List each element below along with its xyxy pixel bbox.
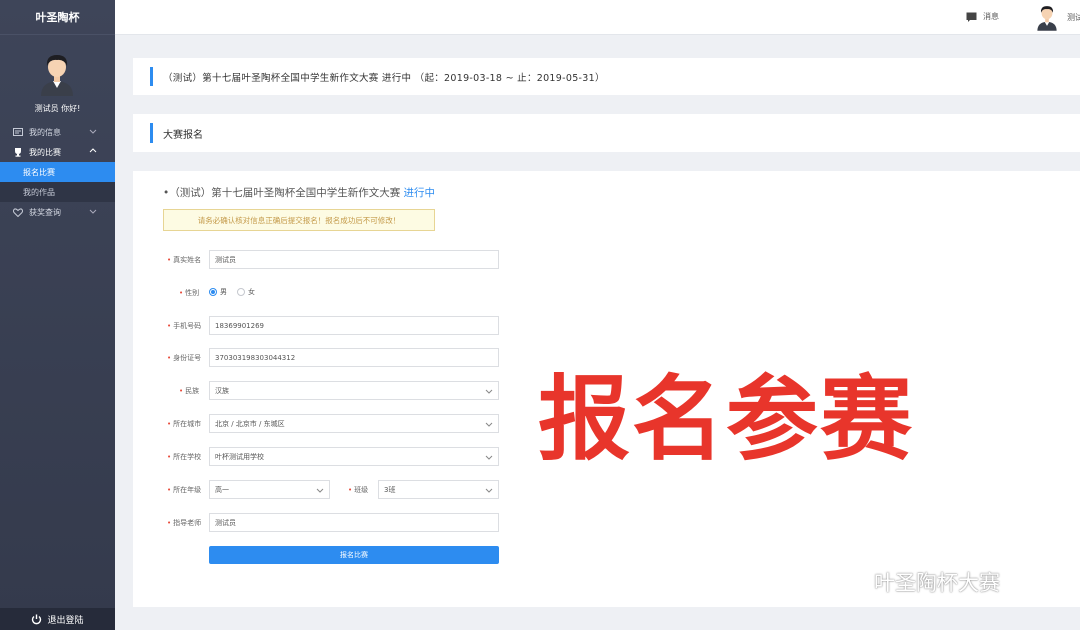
messages-label: 消息 [983, 12, 999, 21]
grade-value: 高一 [215, 485, 229, 494]
city-value: 北京 / 北京市 / 东城区 [215, 419, 285, 428]
sidebar-item-label: 我的信息 [29, 127, 61, 137]
chevron-down-icon [89, 129, 97, 134]
notice-box: 请务必确认核对信息正确后提交报名！报名成功后不可修改！ [163, 209, 435, 231]
chevron-down-icon [89, 209, 97, 214]
sidebar-item-my-info[interactable]: 我的信息 [0, 122, 115, 142]
brand-title: 叶圣陶杯 [0, 0, 115, 35]
phone-field[interactable]: 18369901269 [209, 316, 499, 335]
sidebar-subitem-my-works[interactable]: 我的作品 [0, 182, 115, 202]
chevron-down-icon [485, 422, 493, 427]
top-header: 消息 测试 [115, 0, 1080, 35]
power-icon [31, 614, 42, 625]
phone-label: • 手机号码 [167, 322, 202, 330]
chevron-down-icon [485, 488, 493, 493]
grade-select[interactable]: 高一 [209, 480, 330, 499]
id-number-field[interactable]: 370303198303044312 [209, 348, 499, 367]
sidebar-item-label: 获奖查询 [29, 207, 61, 217]
grade-label: • 所在年级 [167, 486, 202, 494]
watermark-text: 叶圣陶杯大赛 [874, 571, 1000, 595]
sidebar-item-award-query[interactable]: 获奖查询 [0, 202, 115, 222]
sidebar-item-my-competitions[interactable]: 我的比赛 [0, 142, 115, 162]
sidebar-item-label: 我的比赛 [29, 147, 61, 157]
heart-icon [13, 207, 23, 217]
message-icon [966, 12, 977, 22]
user-avatar-icon [41, 55, 73, 96]
section-title: 大赛报名 [163, 130, 203, 141]
banner-text: （测试）第十七届叶圣陶杯全国中学生新作文大赛 进行中 （起：2019-03-18… [163, 73, 605, 84]
sidebar-subitem-register[interactable]: 报名比赛 [0, 162, 115, 182]
gender-female-radio[interactable] [237, 288, 245, 296]
wechat-icon [838, 570, 868, 594]
chevron-down-icon [316, 488, 324, 493]
logout-button[interactable]: 退出登陆 [0, 608, 115, 630]
messages-link[interactable]: 消息 [966, 11, 999, 22]
school-label: • 所在学校 [167, 453, 202, 461]
trophy-icon [13, 147, 23, 157]
section-header: 大赛报名 [133, 114, 1080, 152]
accent-bar [150, 67, 153, 86]
school-value: 叶杯测试用学校 [215, 452, 264, 461]
submit-registration-button[interactable]: 报名比赛 [209, 546, 499, 564]
city-label: • 所在城市 [167, 420, 202, 428]
competition-title: •（测试）第十七届叶圣陶杯全国中学生新作文大赛 进行中 [163, 185, 435, 200]
class-select[interactable]: 3班 [378, 480, 499, 499]
competition-banner: （测试）第十七届叶圣陶杯全国中学生新作文大赛 进行中 （起：2019-03-18… [133, 58, 1080, 95]
teacher-field[interactable]: 测试员 [209, 513, 499, 532]
header-username[interactable]: 测试 [1067, 12, 1080, 23]
school-select[interactable]: 叶杯测试用学校 [209, 447, 499, 466]
gender-radio-group: 男 女 [209, 287, 255, 297]
city-select[interactable]: 北京 / 北京市 / 东城区 [209, 414, 499, 433]
name-field[interactable]: 测试员 [209, 250, 499, 269]
accent-bar [150, 123, 153, 143]
chevron-up-icon [89, 148, 97, 153]
card-icon [13, 127, 23, 137]
gender-female-label: 女 [248, 288, 255, 296]
logout-label: 退出登陆 [47, 615, 84, 626]
wechat-watermark: 叶圣陶杯大赛 [838, 567, 1000, 597]
sidebar-menu: 我的信息 我的比赛 报名比赛 我的作品 获奖查询 [0, 122, 115, 222]
chevron-down-icon [485, 389, 493, 394]
class-value: 3班 [384, 485, 396, 494]
header-avatar-icon[interactable] [1035, 4, 1059, 31]
status-badge: 进行中 [403, 187, 436, 199]
gender-male-label: 男 [220, 288, 227, 296]
id-label: • 身份证号 [167, 354, 202, 362]
ethnicity-label: • 民族 [179, 387, 200, 395]
teacher-label: • 指导老师 [167, 519, 202, 527]
register-stamp-text: 报名参赛 [538, 366, 915, 473]
ethnicity-select[interactable]: 汉族 [209, 381, 499, 400]
gender-label: • 性别 [179, 289, 200, 297]
name-label: • 真实姓名 [167, 256, 202, 264]
ethnicity-value: 汉族 [215, 386, 229, 395]
greeting-text: 测试员 你好! [34, 104, 81, 113]
class-label: • 班级 [348, 486, 369, 494]
competition-name: •（测试）第十七届叶圣陶杯全国中学生新作文大赛 [163, 187, 401, 199]
chevron-down-icon [485, 455, 493, 460]
sidebar: 叶圣陶杯 测试员 你好! 我的信息 我的比赛 报名比赛 我的作品 获奖查询 退出… [0, 0, 115, 630]
gender-male-radio[interactable] [209, 288, 217, 296]
